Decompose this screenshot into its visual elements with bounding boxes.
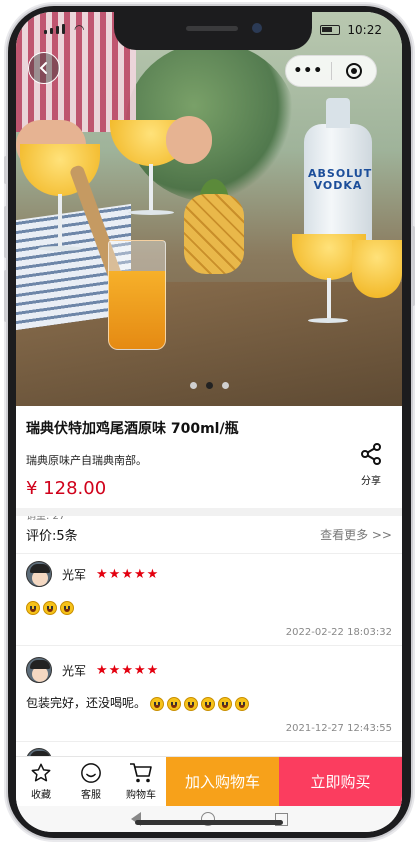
bottle-label: ABSOLUT VODKA (308, 167, 373, 193)
mute-switch (4, 156, 8, 184)
review-text-content: 包装完好，还没喝呢。 (26, 696, 147, 710)
front-camera (252, 23, 262, 33)
avatar (26, 561, 52, 587)
tumbler-glass (108, 240, 166, 350)
grin-emoji-icon (200, 696, 215, 711)
volume-down-button (4, 270, 8, 322)
review-date: 2022-02-22 18:03:32 (285, 626, 392, 638)
bottle-neck (326, 98, 350, 128)
miniprogram-capsule: ••• (285, 55, 377, 87)
share-icon (361, 443, 381, 465)
status-time: 10:22 (347, 23, 382, 37)
reviews-header: 评价:5条 查看更多 >> (16, 516, 402, 554)
view-more-reviews-link[interactable]: 查看更多 >> (320, 526, 392, 543)
star-rating: ★★★★★ (96, 662, 160, 678)
speaker (186, 26, 238, 31)
review-item: 光军 ★★★★★ 包装完好，还没喝呢。 2021-12-27 12:43:55 (16, 646, 402, 742)
pineapple (184, 194, 244, 274)
buy-now-button[interactable]: 立即购买 (279, 757, 402, 806)
glass-base (38, 246, 82, 251)
review-count: 评价:5条 (26, 529, 78, 544)
reviewer-name: 光军 (62, 663, 87, 678)
battery-icon (320, 25, 340, 35)
wifi-icon: ◠ (74, 22, 85, 36)
glass-base (308, 318, 348, 323)
volume-up-button (4, 206, 8, 258)
chevron-left-icon (39, 62, 47, 74)
signal-icon (44, 24, 65, 34)
avatar (26, 657, 52, 683)
review-text: 包装完好，还没喝呢。 (26, 694, 392, 711)
glass-base (128, 210, 174, 215)
grin-emoji-icon (183, 696, 198, 711)
notch (114, 12, 312, 50)
product-info: 瑞典伏特加鸡尾酒原味 700ml/瓶 瑞典原味产自瑞典南部。 ¥ 128.00 … (16, 406, 402, 522)
cart-label: 购物车 (126, 790, 156, 801)
system-navigation-bar (16, 806, 402, 832)
star-rating: ★★★★★ (96, 566, 160, 582)
target-icon (345, 63, 362, 79)
cart-button[interactable]: 购物车 (116, 757, 166, 806)
product-price: ¥ 128.00 (26, 478, 107, 499)
cocktail-glass-far-right (352, 240, 402, 298)
customer-service-button[interactable]: 客服 (66, 757, 116, 806)
review-item: 光军 ★★★★★ 2022-02-22 18:03:32 (16, 554, 402, 646)
bottom-action-bar: 收藏 客服 购物车 加入购物车 立即购买 (16, 756, 402, 806)
glass-stem (149, 164, 153, 212)
glass-stem (327, 278, 331, 320)
share-button[interactable]: 分享 (356, 442, 386, 487)
carousel-dot[interactable] (189, 382, 197, 389)
product-title: 瑞典伏特加鸡尾酒原味 700ml/瓶 (26, 421, 239, 437)
shopping-cart-icon (130, 763, 152, 783)
product-description: 瑞典原味产自瑞典南部。 (26, 454, 147, 467)
glass-stem (58, 194, 62, 248)
grin-emoji-icon (234, 696, 249, 711)
grin-emoji-icon (217, 696, 232, 711)
grin-emoji-icon (149, 696, 164, 711)
home-indicator[interactable] (135, 820, 283, 825)
service-label: 客服 (81, 790, 101, 801)
carousel-indicator (16, 382, 402, 389)
smile-icon (81, 763, 101, 783)
section-divider (16, 508, 402, 516)
grin-emoji-icon (43, 600, 57, 615)
screen: ABSOLUT VODKA ◠ 10:22 ••• 瑞典伏特加鸡尾酒原味 700… (16, 12, 402, 832)
grin-emoji-icon (26, 600, 40, 615)
review-text (26, 600, 392, 615)
more-menu-icon[interactable]: ••• (286, 63, 331, 79)
favorite-label: 收藏 (31, 790, 51, 801)
review-date: 2021-12-27 12:43:55 (285, 723, 392, 734)
reviewer-name: 光军 (62, 567, 87, 582)
back-button[interactable] (28, 52, 60, 84)
carousel-dot[interactable] (221, 382, 229, 389)
hand-right (166, 116, 212, 164)
share-label: 分享 (361, 476, 381, 487)
favorite-button[interactable]: 收藏 (16, 757, 66, 806)
add-to-cart-button[interactable]: 加入购物车 (166, 757, 279, 806)
power-button (411, 226, 415, 306)
grin-emoji-icon (166, 696, 181, 711)
close-miniprogram-button[interactable] (331, 63, 376, 79)
grin-emoji-icon (60, 600, 74, 615)
star-outline-icon (31, 763, 51, 782)
carousel-dot-active[interactable] (205, 382, 213, 389)
